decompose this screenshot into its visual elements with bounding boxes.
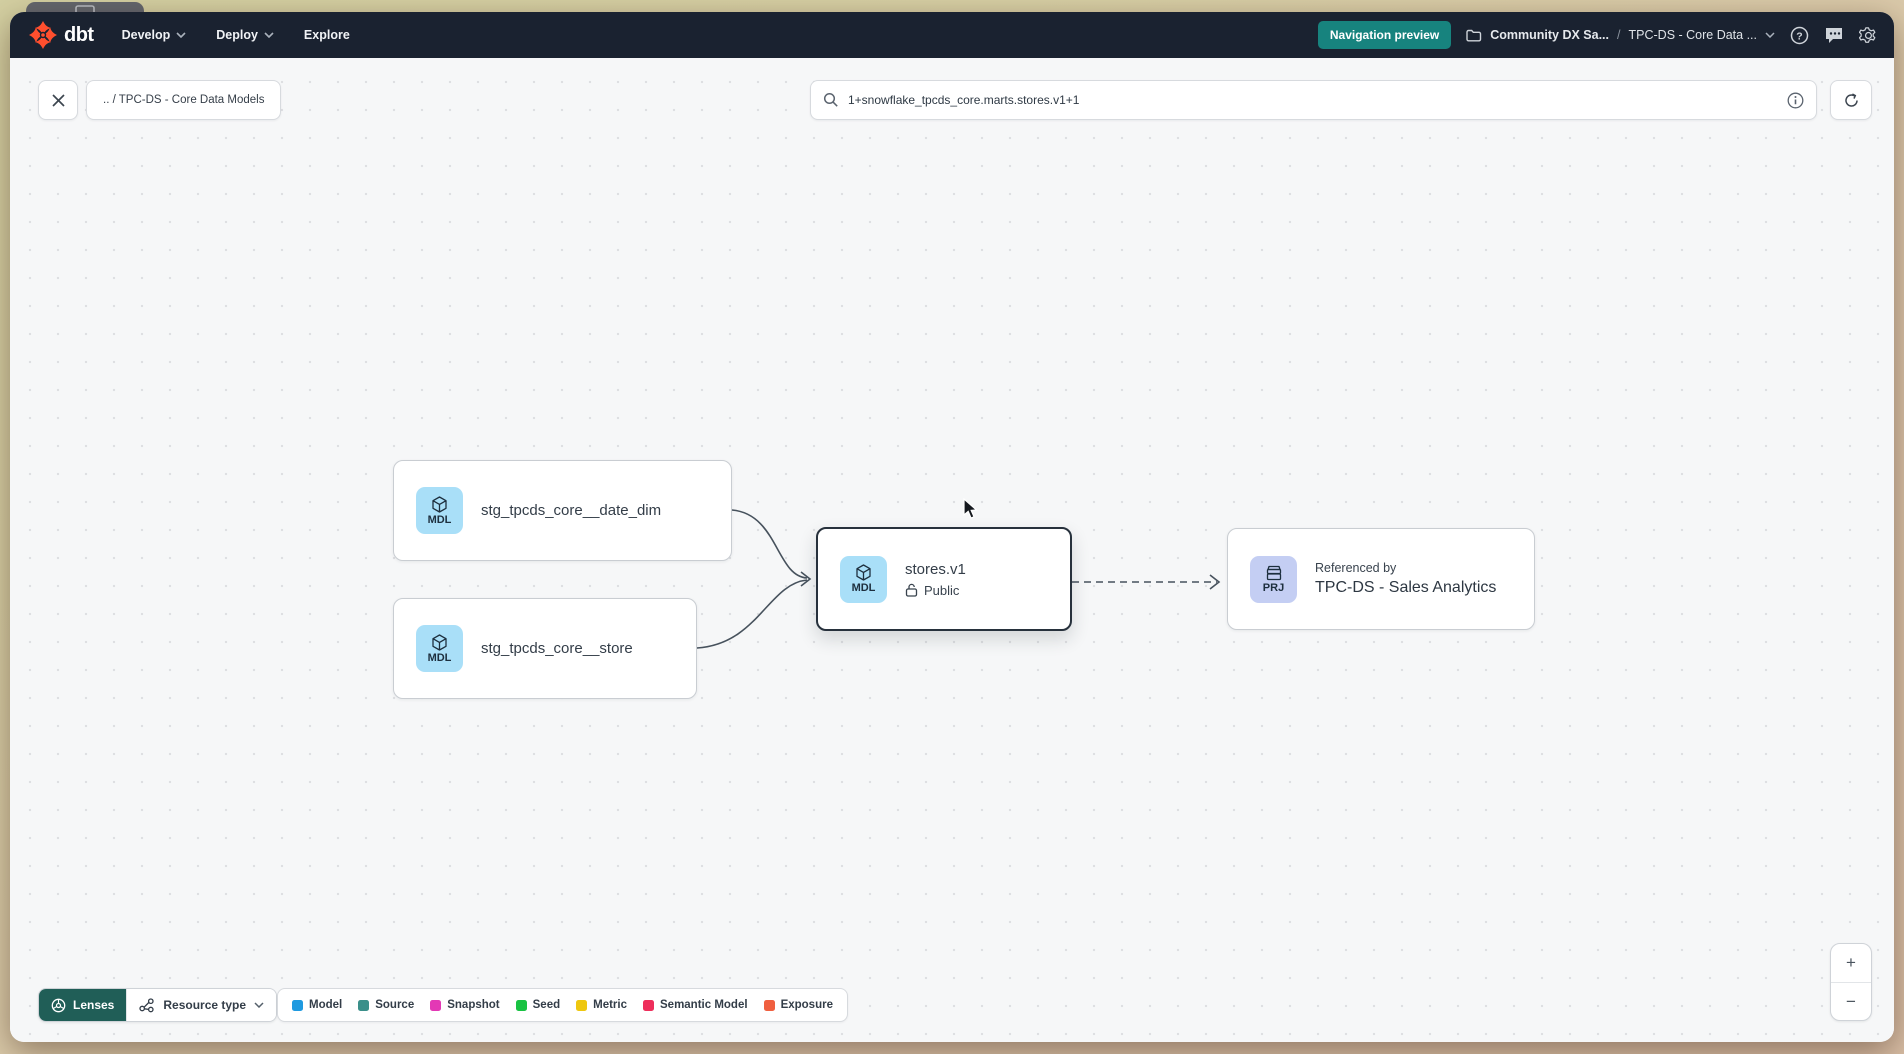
node-tpcds-sales-analytics[interactable]: PRJ Referenced by TPC-DS - Sales Analyti… [1227, 528, 1535, 630]
help-button[interactable]: ? [1790, 26, 1809, 45]
node-text-block: Referenced by TPC-DS - Sales Analytics [1315, 561, 1496, 597]
lenses-control: Lenses Resource type [38, 988, 277, 1022]
legend-snapshot: Snapshot [430, 999, 499, 1011]
edge-store-to-stores [697, 580, 807, 648]
lens-icon [51, 998, 66, 1013]
project-badge: PRJ [1250, 556, 1297, 603]
main-nav: Develop Deploy Explore [122, 28, 350, 42]
svg-text:?: ? [1796, 30, 1802, 42]
badge-label: MDL [428, 652, 452, 664]
project-name: TPC-DS - Core Data ... [1629, 28, 1758, 42]
chevron-down-icon [176, 32, 186, 38]
access-label: Public [924, 583, 959, 598]
node-label: stg_tpcds_core__date_dim [481, 502, 661, 519]
account-name: Community DX Sa... [1490, 28, 1609, 42]
breadcrumb[interactable]: .. / TPC-DS - Core Data Models [86, 80, 281, 120]
model-badge: MDL [416, 625, 463, 672]
edge-arrowhead [1210, 575, 1219, 589]
nav-develop[interactable]: Develop [122, 28, 187, 42]
feedback-button[interactable] [1824, 26, 1844, 45]
mouse-cursor [962, 498, 982, 520]
node-stg-tpcds-core-date-dim[interactable]: MDL stg_tpcds_core__date_dim [393, 460, 732, 561]
folder-icon [1466, 29, 1482, 42]
legend-swatch [292, 1000, 303, 1011]
node-stg-tpcds-core-store[interactable]: MDL stg_tpcds_core__store [393, 598, 697, 699]
refresh-icon [1843, 92, 1860, 109]
node-text-block: stores.v1 Public [905, 561, 966, 598]
model-badge: MDL [840, 556, 887, 603]
legend-semantic-model: Semantic Model [643, 999, 748, 1011]
zoom-in-button[interactable]: + [1831, 944, 1871, 982]
legend-swatch [516, 1000, 527, 1011]
dbt-logo-text: dbt [64, 24, 94, 47]
resource-type-label: Resource type [163, 998, 246, 1012]
project-switcher[interactable]: Community DX Sa... / TPC-DS - Core Data … [1466, 28, 1775, 42]
zoom-out-button[interactable]: − [1831, 982, 1871, 1020]
chevron-down-icon [1765, 32, 1775, 38]
chevron-down-icon [254, 1002, 264, 1008]
badge-label: PRJ [1263, 582, 1284, 594]
nav-develop-label: Develop [122, 28, 171, 42]
legend-seed: Seed [516, 999, 561, 1011]
cube-icon [431, 634, 448, 651]
top-navbar: dbt Develop Deploy Explore Navigation pr… [10, 12, 1894, 58]
zoom-controls: + − [1830, 943, 1872, 1021]
lineage-canvas[interactable]: .. / TPC-DS - Core Data Models [10, 58, 1894, 1042]
lock-open-icon [905, 583, 918, 597]
nav-explore-label: Explore [304, 28, 350, 42]
legend-exposure: Exposure [764, 999, 833, 1011]
badge-label: MDL [428, 514, 452, 526]
node-label: TPC-DS - Sales Analytics [1315, 579, 1496, 597]
legend-metric: Metric [576, 999, 627, 1011]
resource-type-dropdown[interactable]: Resource type [126, 989, 276, 1021]
lenses-button[interactable]: Lenses [39, 989, 126, 1021]
lenses-label: Lenses [73, 998, 114, 1012]
settings-button[interactable] [1859, 26, 1878, 45]
nav-explore[interactable]: Explore [304, 28, 350, 42]
node-stores-v1[interactable]: MDL stores.v1 Public [816, 527, 1072, 631]
gear-icon [1859, 26, 1878, 45]
search-input[interactable] [848, 93, 1778, 107]
search-icon [823, 92, 839, 108]
feedback-icon [1824, 26, 1844, 45]
resource-type-icon [139, 998, 155, 1013]
lineage-search [810, 80, 1817, 120]
legend-swatch [358, 1000, 369, 1011]
nav-deploy[interactable]: Deploy [216, 28, 274, 42]
edge-datedim-to-stores [732, 510, 807, 578]
close-icon [51, 93, 66, 108]
badge-label: MDL [852, 582, 876, 594]
nav-deploy-label: Deploy [216, 28, 258, 42]
close-lineage-button[interactable] [38, 80, 78, 120]
resource-type-legend: Model Source Snapshot Seed Metric Semant… [277, 988, 848, 1022]
chevron-down-icon [264, 32, 274, 38]
info-icon[interactable] [1787, 92, 1804, 109]
breadcrumb-separator: / [1617, 28, 1620, 42]
legend-source: Source [358, 999, 414, 1011]
archive-icon [1265, 565, 1283, 581]
node-access: Public [905, 583, 966, 598]
refresh-lineage-button[interactable] [1830, 80, 1872, 120]
cube-icon [855, 564, 872, 581]
legend-swatch [764, 1000, 775, 1011]
edge-arrowhead [801, 572, 810, 586]
app-window: dbt Develop Deploy Explore Navigation pr… [10, 12, 1894, 1042]
legend-swatch [576, 1000, 587, 1011]
node-label: stg_tpcds_core__store [481, 640, 633, 657]
dbt-logo[interactable]: dbt [28, 20, 94, 50]
legend-swatch [430, 1000, 441, 1011]
model-badge: MDL [416, 487, 463, 534]
navbar-right: Navigation preview Community DX Sa... / … [1318, 21, 1878, 49]
cube-icon [431, 496, 448, 513]
dbt-logo-icon [28, 20, 58, 50]
navigation-preview-badge[interactable]: Navigation preview [1318, 21, 1451, 49]
legend-model: Model [292, 999, 342, 1011]
legend-swatch [643, 1000, 654, 1011]
node-label: stores.v1 [905, 561, 966, 578]
help-icon: ? [1790, 26, 1809, 45]
referenced-by-label: Referenced by [1315, 561, 1496, 575]
